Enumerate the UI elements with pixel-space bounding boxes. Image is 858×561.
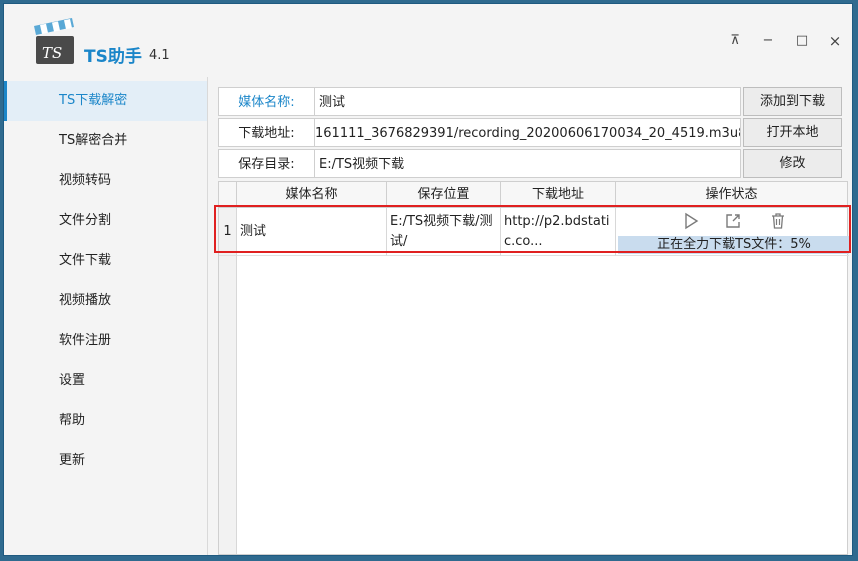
- open-folder-icon[interactable]: [724, 212, 742, 230]
- row-media-name: 测试: [237, 208, 387, 256]
- row-number-column: [219, 208, 237, 554]
- close-button[interactable]: ×: [825, 32, 845, 50]
- download-url-label: 下载地址:: [218, 118, 315, 147]
- play-icon[interactable]: [682, 212, 700, 230]
- download-progress-bar: 正在全力下载TS文件：5%: [618, 236, 849, 254]
- media-name-label: 媒体名称:: [218, 87, 315, 116]
- media-name-input[interactable]: 测试: [315, 87, 741, 116]
- sidebar-item-file-download[interactable]: 文件下载: [4, 241, 207, 281]
- sidebar-item-help[interactable]: 帮助: [4, 401, 207, 441]
- sidebar-item-video-transcode[interactable]: 视频转码: [4, 161, 207, 201]
- pin-button[interactable]: ⊼: [725, 32, 745, 50]
- app-title: TS助手: [84, 47, 142, 67]
- minimize-button[interactable]: −: [758, 32, 778, 50]
- title-bar: TS TS助手 4.1 ⊼ − □ ×: [4, 4, 852, 76]
- sidebar-item-update[interactable]: 更新: [4, 441, 207, 481]
- sidebar-item-register[interactable]: 软件注册: [4, 321, 207, 361]
- sidebar-item-file-split[interactable]: 文件分割: [4, 201, 207, 241]
- sidebar-item-video-play[interactable]: 视频播放: [4, 281, 207, 321]
- app-window: TS TS助手 4.1 ⊼ − □ × TS下载解密 TS解密合并 视频转码 文…: [3, 3, 853, 556]
- row-save-path: E:/TS视频下载/测试/: [387, 208, 501, 256]
- save-dir-input[interactable]: E:/TS视频下载: [315, 149, 741, 178]
- modify-button[interactable]: 修改: [743, 149, 842, 178]
- table-header-index: [219, 182, 237, 208]
- sidebar-item-settings[interactable]: 设置: [4, 361, 207, 401]
- sidebar-item-ts-download-decrypt[interactable]: TS下载解密: [4, 81, 207, 121]
- add-to-download-button[interactable]: 添加到下载: [743, 87, 842, 116]
- row-index: 1: [219, 208, 237, 256]
- main-panel: 媒体名称: 测试 添加到下载 下载地址: 161111_3676829391/r…: [208, 77, 850, 555]
- row-url: http://p2.bdstatic.co...: [501, 208, 616, 256]
- table-header-status[interactable]: 操作状态: [616, 182, 847, 208]
- download-url-input[interactable]: 161111_3676829391/recording_202006061700…: [315, 118, 741, 147]
- open-local-button[interactable]: 打开本地: [743, 118, 842, 147]
- sidebar-item-ts-decrypt-merge[interactable]: TS解密合并: [4, 121, 207, 161]
- table-header-url[interactable]: 下载地址: [501, 182, 616, 208]
- table-header-save-path[interactable]: 保存位置: [387, 182, 501, 208]
- row-status-cell: 正在全力下载TS文件：5%: [616, 208, 849, 256]
- download-status-text: 正在全力下载TS文件：5%: [657, 237, 811, 252]
- logo-text: TS: [42, 44, 62, 62]
- save-dir-label: 保存目录:: [218, 149, 315, 178]
- table-header-name[interactable]: 媒体名称: [237, 182, 387, 208]
- app-version: 4.1: [149, 48, 170, 63]
- maximize-button[interactable]: □: [792, 32, 812, 50]
- clapperboard-logo-icon: TS: [34, 18, 74, 64]
- download-table: 媒体名称 保存位置 下载地址 操作状态 1 测试 E:/TS视频下载/测试/ h…: [218, 181, 849, 555]
- delete-icon[interactable]: [769, 212, 787, 230]
- sidebar: TS下载解密 TS解密合并 视频转码 文件分割 文件下载 视频播放 软件注册 设…: [4, 77, 208, 555]
